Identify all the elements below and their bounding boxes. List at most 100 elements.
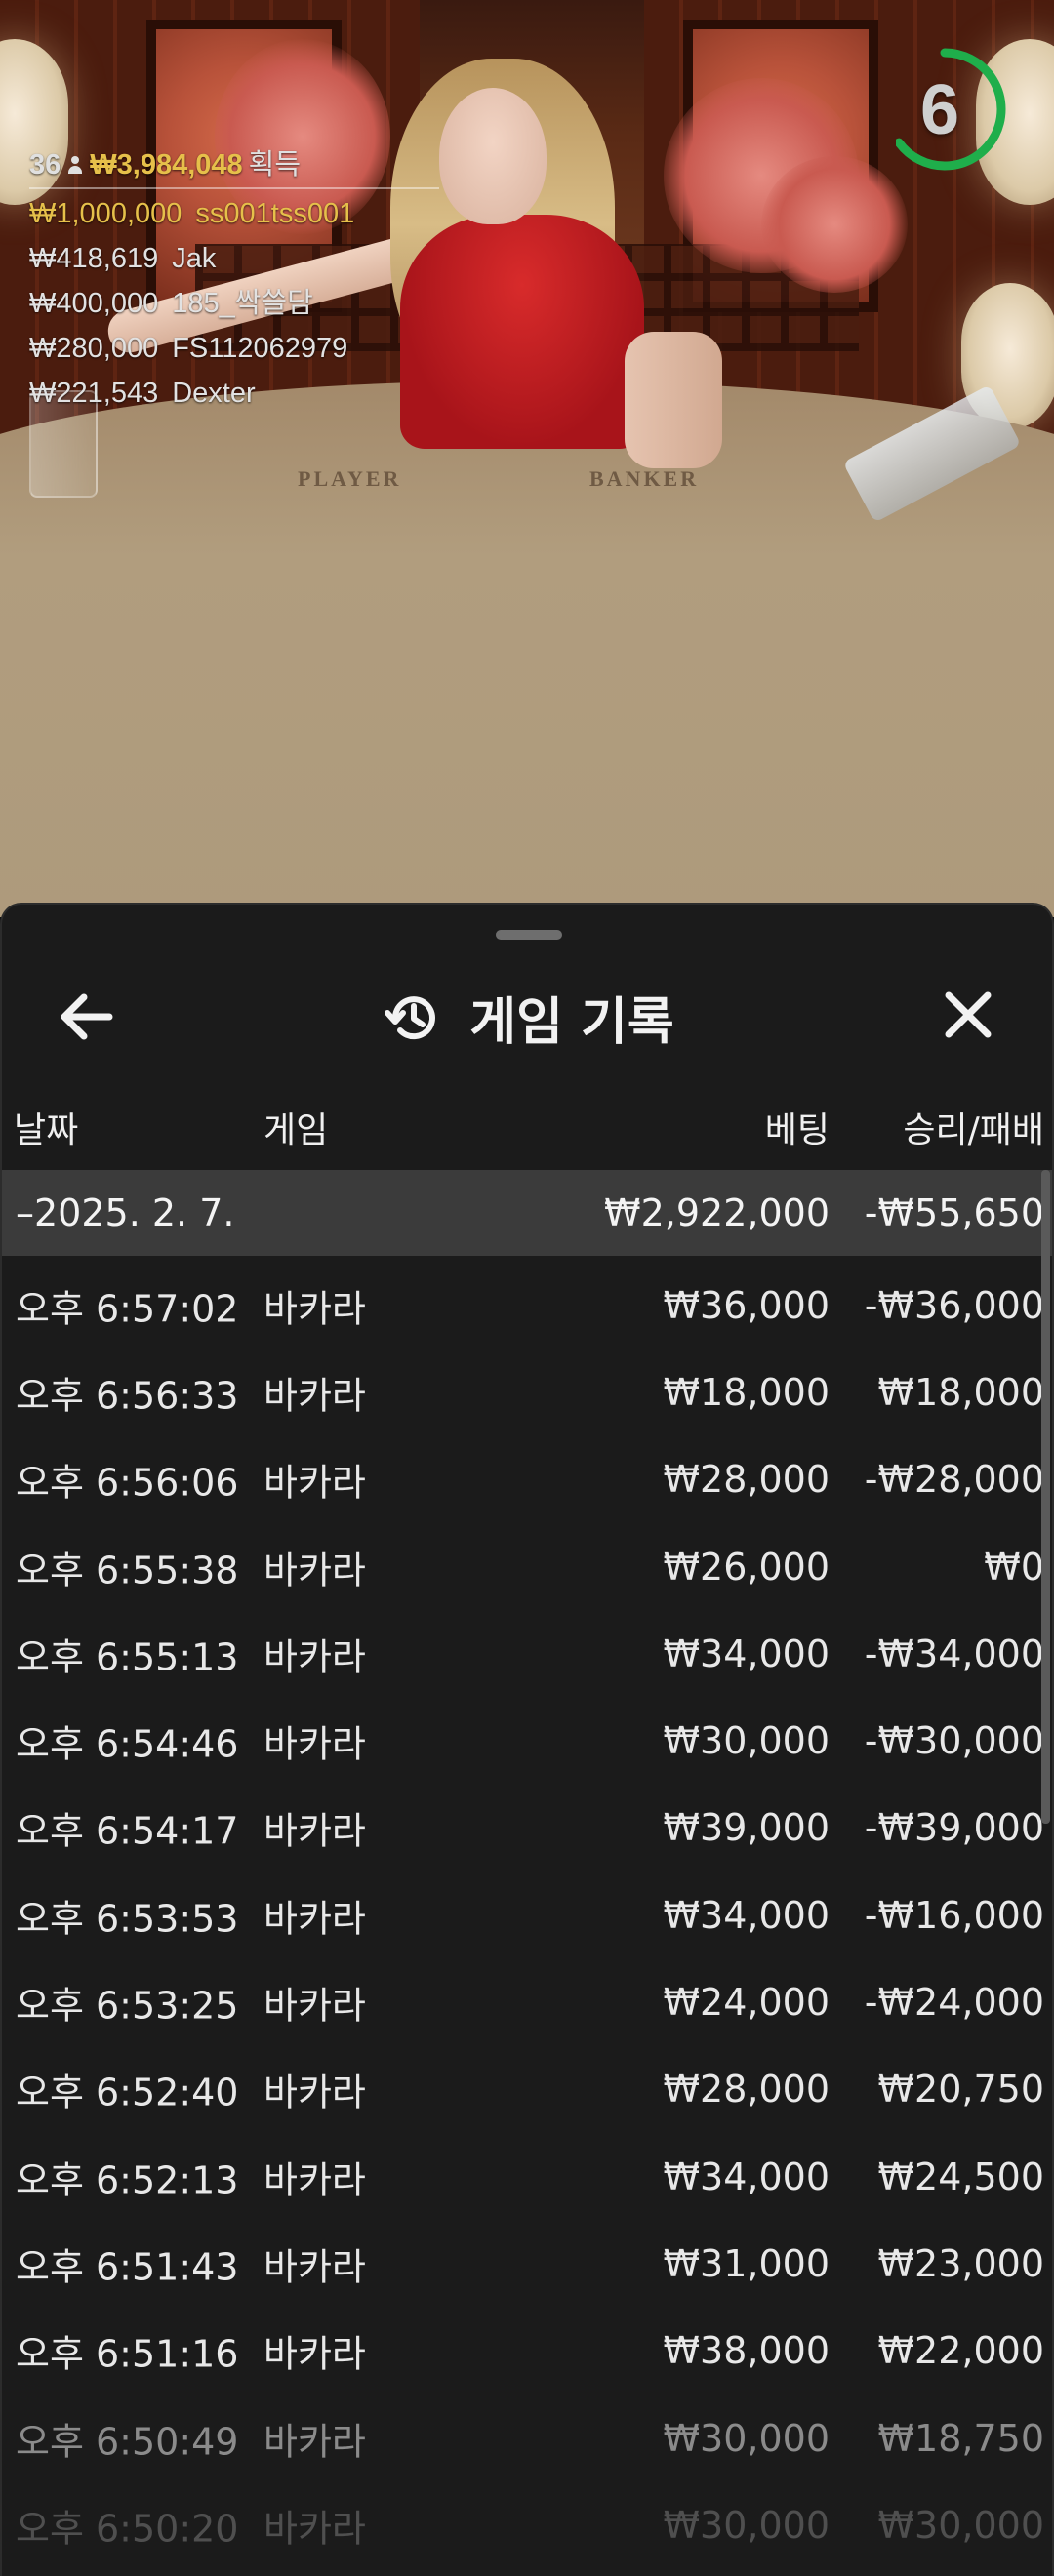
history-row[interactable]: 오후 6:50:49 바카라 ₩30,000 ₩18,750 — [2, 2395, 1052, 2481]
row-bet: ₩36,000 — [663, 1283, 830, 1327]
row-win-loss: ₩30,000 — [877, 2503, 1044, 2547]
row-bet: ₩34,000 — [663, 2154, 830, 2198]
history-row[interactable]: 오후 6:57:02 바카라 ₩36,000 -₩36,000 — [2, 1262, 1052, 1348]
history-row[interactable]: 오후 6:54:46 바카라 ₩30,000 -₩30,000 — [2, 1697, 1052, 1784]
row-bet: ₩26,000 — [663, 1545, 830, 1589]
history-row[interactable]: 오후 6:55:38 바카라 ₩26,000 ₩0 — [2, 1523, 1052, 1610]
row-time: 오후 6:57:02 — [16, 1287, 239, 1331]
row-bet: ₩39,000 — [663, 1806, 830, 1850]
row-win-loss: -₩34,000 — [864, 1631, 1044, 1675]
sheet-title-group: 게임 기록 — [2, 981, 1052, 1054]
row-game: 바카라 — [264, 2245, 366, 2289]
row-game: 바카라 — [264, 2507, 366, 2551]
row-bet: ₩30,000 — [663, 2503, 830, 2547]
row-bet: ₩24,000 — [663, 1981, 830, 2025]
history-row[interactable]: 오후 6:55:13 바카라 ₩34,000 -₩34,000 — [2, 1610, 1052, 1697]
row-time: 오후 6:52:40 — [16, 2071, 239, 2114]
row-game: 바카라 — [264, 1635, 366, 1679]
row-time: 오후 6:56:33 — [16, 1374, 239, 1418]
row-game: 바카라 — [264, 2158, 366, 2202]
table-label-player: PLAYER — [298, 466, 402, 491]
row-time: 오후 6:51:43 — [16, 2245, 239, 2289]
game-history-sheet: 게임 기록 날짜 게임 베팅 승리/패배 –2025. 2. 7. ₩2,922… — [0, 903, 1054, 2576]
divider — [29, 187, 439, 189]
row-game: 바카라 — [264, 1897, 366, 1941]
row-bet: ₩30,000 — [663, 1719, 830, 1763]
row-win-loss: ₩23,000 — [877, 2241, 1044, 2285]
row-win-loss: -₩30,000 — [864, 1719, 1044, 1763]
row-time: 오후 6:53:53 — [16, 1897, 239, 1941]
row-bet: ₩30,000 — [663, 2416, 830, 2460]
entry-amount: ₩418,619 — [29, 243, 159, 274]
total-winnings: ₩3,984,048 — [90, 149, 243, 181]
history-row[interactable]: 오후 6:52:40 바카라 ₩28,000 ₩20,750 — [2, 2046, 1052, 2133]
timer-value: 6 — [919, 71, 960, 149]
row-game: 바카라 — [264, 1374, 366, 1418]
row-time: 오후 6:55:38 — [16, 1549, 239, 1592]
row-game: 바카라 — [264, 1287, 366, 1331]
entry-name: ss001tss001 — [195, 198, 355, 229]
history-icon — [385, 995, 436, 1039]
row-bet: ₩18,000 — [663, 1370, 830, 1414]
history-list[interactable]: –2025. 2. 7. ₩2,922,000 -₩55,650 오후 6:57… — [2, 1170, 1052, 2568]
group-date: –2025. 2. 7. — [16, 1191, 235, 1234]
drag-handle[interactable] — [496, 930, 562, 940]
row-time: 오후 6:50:20 — [16, 2507, 239, 2551]
winners-leaderboard: 36 ₩3,984,048 획득 ₩1,000,000 ss001tss001 … — [29, 142, 459, 416]
group-total-bet: ₩2,922,000 — [604, 1191, 830, 1234]
row-win-loss: -₩16,000 — [864, 1893, 1044, 1937]
scrollbar[interactable] — [1041, 1170, 1050, 1824]
close-button[interactable] — [929, 983, 1007, 1051]
entry-amount: ₩221,543 — [29, 378, 159, 409]
row-win-loss: -₩39,000 — [864, 1806, 1044, 1850]
row-win-loss: ₩22,000 — [877, 2329, 1044, 2373]
history-row[interactable]: 오후 6:52:13 바카라 ₩34,000 ₩24,500 — [2, 2133, 1052, 2220]
history-row[interactable]: 오후 6:56:06 바카라 ₩28,000 -₩28,000 — [2, 1436, 1052, 1523]
leaderboard-entry: ₩1,000,000 ss001tss001 — [29, 191, 459, 236]
row-time: 오후 6:54:17 — [16, 1809, 239, 1853]
leaderboard-entry: ₩418,619 Jak — [29, 236, 459, 281]
entry-amount: ₩1,000,000 — [29, 198, 182, 229]
entry-amount: ₩280,000 — [29, 333, 159, 364]
row-game: 바카라 — [264, 1984, 366, 2028]
leaderboard-entry: ₩400,000 185_싹쓸담 — [29, 281, 459, 326]
row-win-loss: -₩24,000 — [864, 1981, 1044, 2025]
group-total-win-loss: -₩55,650 — [864, 1191, 1044, 1234]
leaderboard-entry: ₩221,543 Dexter — [29, 371, 459, 416]
row-game: 바카라 — [264, 2332, 366, 2376]
row-win-loss: -₩36,000 — [864, 1283, 1044, 1327]
row-time: 오후 6:55:13 — [16, 1635, 239, 1679]
row-win-loss: ₩0 — [984, 1545, 1044, 1589]
row-time: 오후 6:53:25 — [16, 1984, 239, 2028]
row-bet: ₩34,000 — [663, 1893, 830, 1937]
entry-name: 185_싹쓸담 — [172, 288, 313, 319]
row-game: 바카라 — [264, 1549, 366, 1592]
entry-amount: ₩400,000 — [29, 288, 159, 319]
row-time: 오후 6:56:06 — [16, 1461, 239, 1505]
row-win-loss: ₩18,750 — [877, 2416, 1044, 2460]
date-group-row[interactable]: –2025. 2. 7. ₩2,922,000 -₩55,650 — [2, 1170, 1052, 1256]
entry-name: Jak — [172, 243, 217, 274]
history-row[interactable]: 오후 6:51:16 바카라 ₩38,000 ₩22,000 — [2, 2308, 1052, 2395]
history-row[interactable]: 오후 6:51:43 바카라 ₩31,000 ₩23,000 — [2, 2220, 1052, 2307]
row-win-loss: ₩24,500 — [877, 2154, 1044, 2198]
history-row[interactable]: 오후 6:50:20 바카라 ₩30,000 ₩30,000 — [2, 2481, 1052, 2568]
row-win-loss: -₩28,000 — [864, 1458, 1044, 1502]
live-video-stream: PLAYER BANKER 36 ₩3,984,048 획득 ₩1,000,00… — [0, 0, 1054, 917]
row-game: 바카라 — [264, 2420, 366, 2463]
history-row[interactable]: 오후 6:53:25 바카라 ₩24,000 -₩24,000 — [2, 1958, 1052, 2045]
row-time: 오후 6:54:46 — [16, 1722, 239, 1766]
row-bet: ₩38,000 — [663, 2329, 830, 2373]
history-row[interactable]: 오후 6:54:17 바카라 ₩39,000 -₩39,000 — [2, 1785, 1052, 1872]
row-bet: ₩31,000 — [663, 2241, 830, 2285]
table-label-banker: BANKER — [589, 466, 700, 491]
column-header-win-loss: 승리/패배 — [903, 1110, 1044, 1150]
table-header: 날짜 게임 베팅 승리/패배 — [2, 1090, 1052, 1158]
history-row[interactable]: 오후 6:53:53 바카라 ₩34,000 -₩16,000 — [2, 1872, 1052, 1958]
history-row[interactable]: 오후 6:56:33 바카라 ₩18,000 ₩18,000 — [2, 1348, 1052, 1435]
row-time: 오후 6:51:16 — [16, 2332, 239, 2376]
column-header-game: 게임 — [264, 1110, 329, 1150]
leaderboard-summary: 36 ₩3,984,048 획득 — [29, 142, 459, 187]
dealer-hand — [625, 332, 722, 468]
entry-name: FS112062979 — [172, 333, 348, 364]
